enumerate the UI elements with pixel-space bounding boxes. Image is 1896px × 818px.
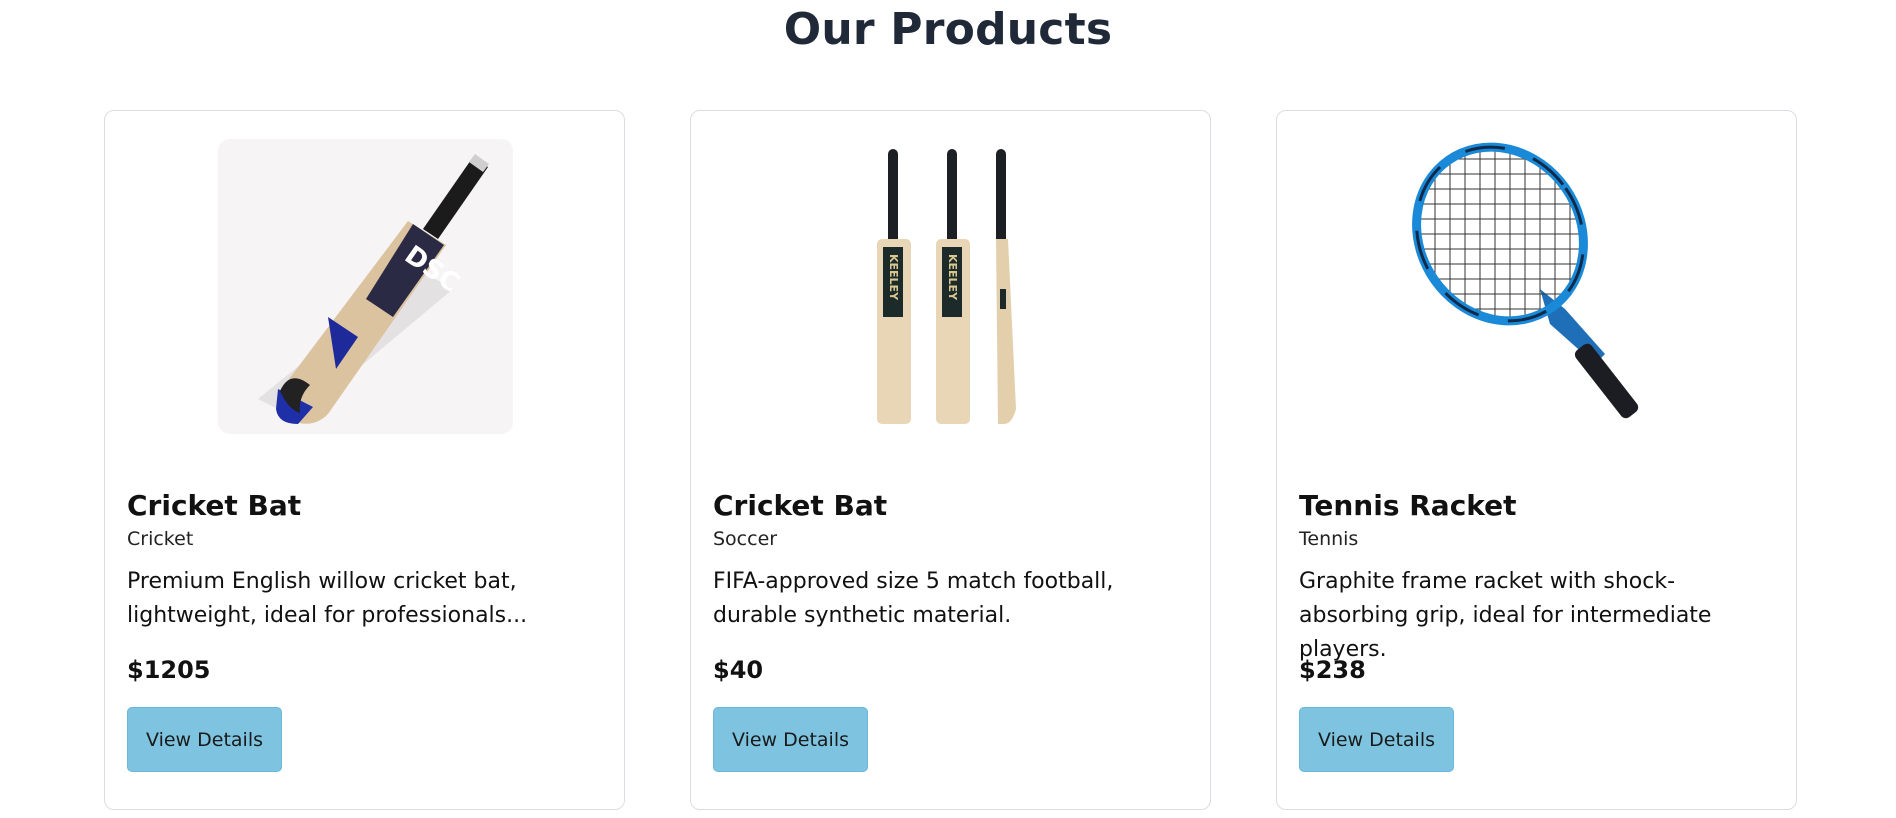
- product-price: $1205: [127, 656, 211, 684]
- product-image-cricket-bat[interactable]: DSC: [218, 139, 513, 434]
- product-card: DSC Cricket Bat Cricket Premium English …: [104, 110, 625, 810]
- product-description: Premium English willow cricket bat, ligh…: [127, 569, 528, 628]
- product-grid: DSC Cricket Bat Cricket Premium English …: [104, 110, 1797, 810]
- product-image-cricket-bats[interactable]: KEELEY KEELEY: [804, 139, 1099, 434]
- cricket-bat-image: DSC: [258, 154, 489, 424]
- product-name: Cricket Bat: [713, 489, 888, 522]
- product-info: Cricket Bat Cricket Premium English will…: [127, 489, 602, 772]
- view-details-button[interactable]: View Details: [713, 707, 868, 772]
- product-price: $40: [713, 656, 764, 684]
- product-category: Soccer: [713, 528, 778, 550]
- view-details-button[interactable]: View Details: [127, 707, 282, 772]
- tennis-racket-image: [1390, 139, 1639, 419]
- svg-text:KEELEY: KEELEY: [887, 254, 900, 301]
- products-page: Our Products DSC Cricket Bat Cricket Pre…: [0, 0, 1896, 818]
- product-category: Cricket: [127, 528, 194, 550]
- cricket-bats-image: KEELEY KEELEY: [877, 149, 1016, 424]
- product-description: Graphite frame racket with shock-absorbi…: [1299, 569, 1712, 662]
- svg-text:KEELEY: KEELEY: [946, 254, 959, 301]
- product-image-tennis-racket[interactable]: [1390, 139, 1685, 434]
- product-description: FIFA-approved size 5 match football, dur…: [713, 569, 1114, 628]
- product-card: KEELEY KEELEY Cricket Bat Soccer FIFA-ap…: [690, 110, 1211, 810]
- product-name: Tennis Racket: [1299, 489, 1517, 522]
- product-name: Cricket Bat: [127, 489, 302, 522]
- product-info: Tennis Racket Tennis Graphite frame rack…: [1299, 489, 1774, 772]
- product-category: Tennis: [1299, 528, 1359, 550]
- page-title: Our Products: [783, 4, 1113, 55]
- product-card: Tennis Racket Tennis Graphite frame rack…: [1276, 110, 1797, 810]
- product-info: Cricket Bat Soccer FIFA-approved size 5 …: [713, 489, 1188, 772]
- view-details-button[interactable]: View Details: [1299, 707, 1454, 772]
